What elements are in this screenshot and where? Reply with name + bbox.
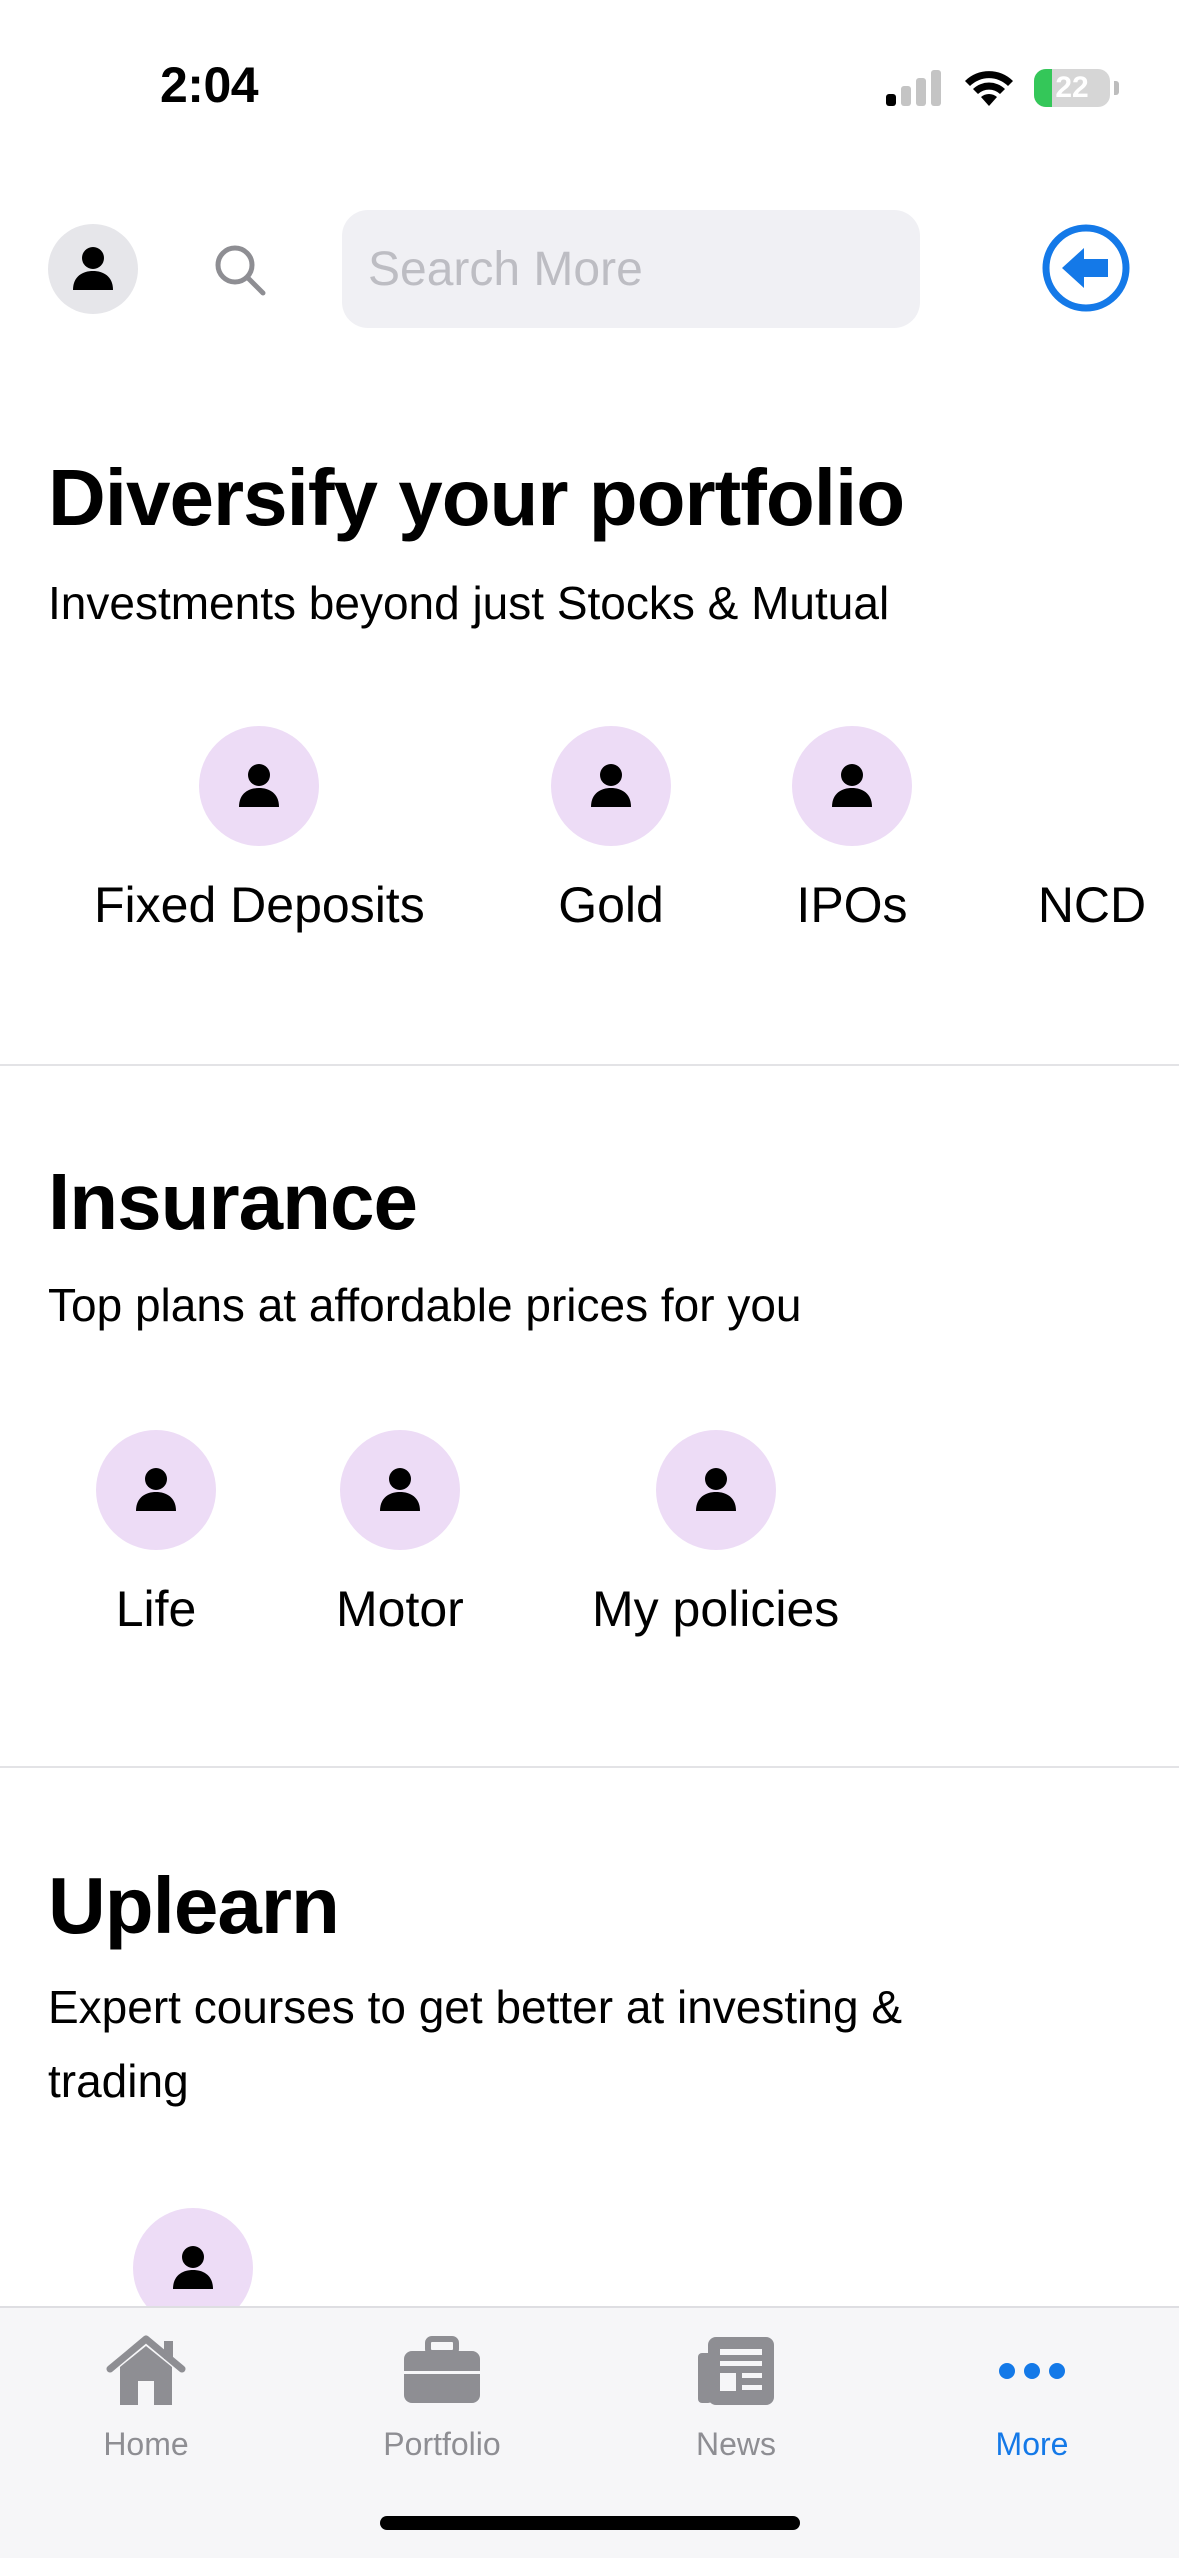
- tile-my-policies[interactable]: My policies: [592, 1430, 839, 1638]
- battery-icon: 22: [1034, 69, 1110, 107]
- tab-home[interactable]: Home: [46, 2326, 246, 2463]
- section-divider: [0, 1766, 1179, 1768]
- arrow-left-circle-icon: [1042, 224, 1130, 312]
- home-icon: [101, 2326, 191, 2416]
- section-subtitle-diversify: Investments beyond just Stocks & Mutual: [48, 577, 890, 629]
- cellular-signal-icon: [886, 70, 941, 106]
- my-policies-icon: [655, 1430, 776, 1550]
- tab-label: More: [995, 2426, 1069, 2462]
- tile-motor[interactable]: Motor: [336, 1430, 464, 1638]
- search-input[interactable]: [366, 240, 920, 298]
- tile-label: NCD: [1037, 877, 1147, 933]
- section-title-uplearn: Uplearn: [48, 1861, 340, 1950]
- tab-news[interactable]: News: [636, 2326, 836, 2463]
- home-indicator: [380, 2516, 800, 2530]
- ipos-icon: [792, 726, 912, 846]
- tile-ncd-clip: NCD: [1000, 726, 1179, 966]
- search-icon[interactable]: [210, 240, 270, 300]
- tile-label: Gold: [558, 877, 664, 933]
- tile-label: Fixed Deposits: [94, 877, 425, 933]
- life-icon: [96, 1430, 216, 1550]
- tile-gold[interactable]: Gold: [551, 726, 671, 934]
- section-subtitle-uplearn: Expert courses to get better at investin…: [48, 1981, 903, 2107]
- tile-fixed-deposits[interactable]: Fixed Deposits: [94, 726, 425, 934]
- tab-portfolio[interactable]: Portfolio: [342, 2326, 542, 2463]
- section-title-diversify: Diversify your portfolio: [48, 453, 905, 542]
- more-icon: [987, 2326, 1077, 2416]
- motor-icon: [339, 1430, 460, 1550]
- back-button[interactable]: [1040, 222, 1132, 314]
- battery-level: 22: [1055, 71, 1089, 104]
- tile-life[interactable]: Life: [96, 1430, 216, 1638]
- briefcase-icon: [397, 2326, 487, 2416]
- section-title-insurance: Insurance: [48, 1157, 418, 1246]
- tile-label: Motor: [336, 1581, 464, 1637]
- search-field[interactable]: [342, 210, 920, 328]
- newspaper-icon: [691, 2326, 781, 2416]
- person-icon: [73, 247, 113, 290]
- tile-ncd[interactable]: NCD: [1032, 726, 1152, 934]
- fixed-deposits-icon: [199, 726, 320, 846]
- tile-label: My policies: [592, 1581, 840, 1637]
- section-subtitle-insurance: Top plans at affordable prices for you: [48, 1279, 802, 1331]
- section-divider: [0, 1064, 1179, 1066]
- tile-ipos[interactable]: IPOs: [792, 726, 912, 934]
- tab-label: News: [695, 2426, 776, 2462]
- status-time: 2:04: [160, 57, 259, 113]
- status-icons: 22: [884, 66, 1119, 110]
- tile-label: Life: [115, 1581, 197, 1637]
- tile-label: IPOs: [796, 877, 908, 933]
- gold-icon: [551, 726, 671, 846]
- tab-label: Portfolio: [383, 2426, 501, 2462]
- tab-label: Home: [103, 2426, 189, 2462]
- profile-avatar-button[interactable]: [48, 224, 138, 314]
- tab-more[interactable]: More: [932, 2326, 1132, 2463]
- wifi-icon: [965, 71, 1013, 106]
